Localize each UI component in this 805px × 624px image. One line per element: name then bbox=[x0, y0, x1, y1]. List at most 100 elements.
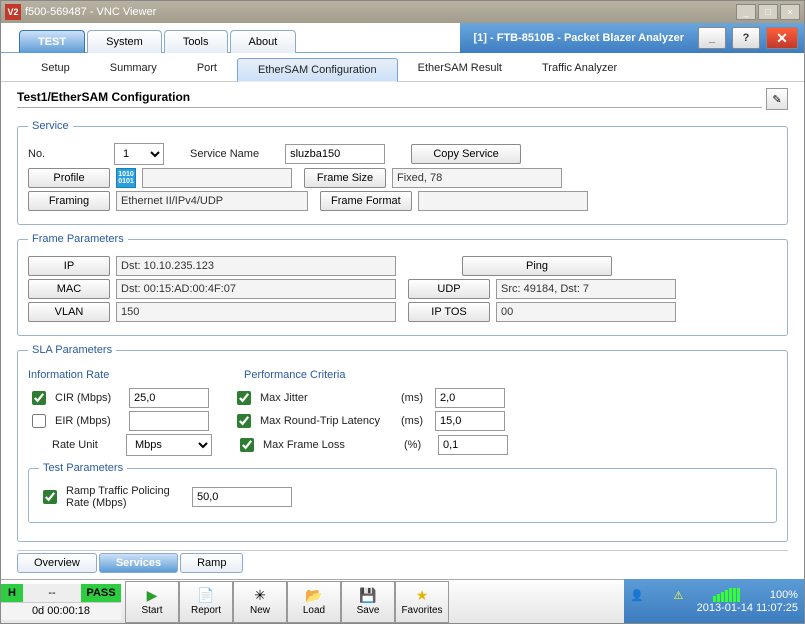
status-h: H bbox=[1, 584, 23, 602]
tab-test[interactable]: TEST bbox=[19, 30, 85, 53]
vnc-titlebar: V2 f500-569487 - VNC Viewer _ □ × bbox=[1, 1, 804, 23]
tab-system[interactable]: System bbox=[87, 30, 162, 53]
tab-tools[interactable]: Tools bbox=[164, 30, 228, 53]
vnc-close-button[interactable]: × bbox=[780, 4, 800, 20]
subtab-summary[interactable]: Summary bbox=[90, 57, 177, 81]
test-parameters-group: Test Parameters Ramp Traffic Policing Ra… bbox=[28, 462, 777, 523]
framing-value: Ethernet II/IPv4/UDP bbox=[116, 191, 308, 211]
cir-checkbox[interactable] bbox=[32, 391, 46, 405]
report-icon: 📄 bbox=[197, 587, 214, 604]
status-pass: PASS bbox=[81, 584, 121, 602]
profile-value bbox=[142, 168, 292, 188]
edit-icon-button[interactable]: ✎ bbox=[766, 88, 788, 110]
subtab-traffic-analyzer[interactable]: Traffic Analyzer bbox=[522, 57, 637, 81]
new-icon: ✳ bbox=[254, 587, 266, 604]
datetime: 2013-01-14 11:07:25 bbox=[630, 602, 798, 614]
copy-service-button[interactable]: Copy Service bbox=[411, 144, 521, 164]
bottom-tab-ramp[interactable]: Ramp bbox=[180, 553, 243, 573]
frame-params-legend: Frame Parameters bbox=[28, 233, 128, 245]
service-name-label: Service Name bbox=[190, 148, 259, 160]
ip-button[interactable]: IP bbox=[28, 256, 110, 276]
status-panel: H -- PASS 0d 00:00:18 bbox=[1, 584, 121, 620]
star-icon: ★ bbox=[416, 587, 429, 604]
app-close-button[interactable]: ✕ bbox=[766, 27, 798, 49]
load-button[interactable]: 📂Load bbox=[287, 581, 341, 623]
app-header: [1] - FTB-8510B - Packet Blazer Analyzer… bbox=[460, 23, 805, 53]
ip-value: Dst: 10.10.235.123 bbox=[116, 256, 396, 276]
folder-open-icon: 📂 bbox=[305, 587, 322, 604]
mac-value: Dst: 00:15:AD:00:4F:07 bbox=[116, 279, 396, 299]
service-name-input[interactable] bbox=[285, 144, 385, 164]
sla-legend: SLA Parameters bbox=[28, 344, 116, 356]
latency-checkbox[interactable] bbox=[237, 414, 251, 428]
jitter-label: Max Jitter bbox=[260, 392, 395, 404]
frameloss-input[interactable] bbox=[438, 435, 508, 455]
udp-value: Src: 49184, Dst: 7 bbox=[496, 279, 676, 299]
frameloss-label: Max Frame Loss bbox=[263, 439, 398, 451]
favorites-button[interactable]: ★Favorites bbox=[395, 581, 449, 623]
page-title: Test1/EtherSAM Configuration bbox=[17, 90, 762, 108]
sla-parameters-group: SLA Parameters Information Rate Performa… bbox=[17, 344, 788, 542]
jitter-input[interactable] bbox=[435, 388, 505, 408]
play-icon: ▶ bbox=[147, 587, 158, 604]
profile-button[interactable]: Profile bbox=[28, 168, 110, 188]
frame-parameters-group: Frame Parameters IP Dst: 10.10.235.123 P… bbox=[17, 233, 788, 336]
rate-unit-label: Rate Unit bbox=[52, 439, 120, 451]
subtab-ethersam-config[interactable]: EtherSAM Configuration bbox=[237, 58, 398, 82]
app-minimize-button[interactable]: _ bbox=[698, 27, 726, 49]
start-button[interactable]: ▶Start bbox=[125, 581, 179, 623]
save-button[interactable]: 💾Save bbox=[341, 581, 395, 623]
frame-format-button[interactable]: Frame Format bbox=[320, 191, 412, 211]
battery-pct: 100% bbox=[770, 589, 798, 601]
subtab-port[interactable]: Port bbox=[177, 57, 237, 81]
no-label: No. bbox=[28, 148, 108, 160]
eir-checkbox[interactable] bbox=[32, 414, 46, 428]
service-no-select[interactable]: 1 bbox=[114, 143, 164, 165]
new-button[interactable]: ✳New bbox=[233, 581, 287, 623]
status-elapsed: 0d 00:00:18 bbox=[1, 602, 121, 620]
binary-icon: 10100101 bbox=[116, 168, 136, 188]
ramp-input[interactable] bbox=[192, 487, 292, 507]
framing-button[interactable]: Framing bbox=[28, 191, 110, 211]
frame-size-button[interactable]: Frame Size bbox=[304, 168, 386, 188]
latency-label: Max Round-Trip Latency bbox=[260, 415, 395, 427]
rate-unit-select[interactable]: Mbps bbox=[126, 434, 212, 456]
jitter-checkbox[interactable] bbox=[237, 391, 251, 405]
cir-input[interactable] bbox=[129, 388, 209, 408]
bottom-tab-services[interactable]: Services bbox=[99, 553, 178, 573]
udp-button[interactable]: UDP bbox=[408, 279, 490, 299]
subtab-setup[interactable]: Setup bbox=[21, 57, 90, 81]
service-legend: Service bbox=[28, 120, 73, 132]
save-icon: 💾 bbox=[359, 587, 376, 604]
iptos-value: 00 bbox=[496, 302, 676, 322]
vlan-button[interactable]: VLAN bbox=[28, 302, 110, 322]
vnc-minimize-button[interactable]: _ bbox=[736, 4, 756, 20]
tab-about[interactable]: About bbox=[230, 30, 297, 53]
cir-label: CIR (Mbps) bbox=[55, 392, 123, 404]
bottom-tab-overview[interactable]: Overview bbox=[17, 553, 97, 573]
vnc-maximize-button[interactable]: □ bbox=[758, 4, 778, 20]
vnc-icon: V2 bbox=[5, 4, 21, 20]
vnc-title-text: f500-569487 - VNC Viewer bbox=[25, 6, 736, 18]
ping-button[interactable]: Ping bbox=[462, 256, 612, 276]
user-icon: 👤 bbox=[630, 589, 644, 602]
frameloss-checkbox[interactable] bbox=[240, 438, 254, 452]
ramp-checkbox[interactable] bbox=[43, 490, 57, 504]
jitter-unit: (ms) bbox=[401, 392, 429, 404]
app-help-button[interactable]: ? bbox=[732, 27, 760, 49]
frame-size-value: Fixed, 78 bbox=[392, 168, 562, 188]
info-rate-label: Information Rate bbox=[28, 369, 238, 381]
ramp-label: Ramp Traffic Policing Rate (Mbps) bbox=[66, 485, 186, 509]
eir-input[interactable] bbox=[129, 411, 209, 431]
alert-icon: ⚠ bbox=[673, 589, 683, 602]
vlan-value: 150 bbox=[116, 302, 396, 322]
iptos-button[interactable]: IP TOS bbox=[408, 302, 490, 322]
latency-unit: (ms) bbox=[401, 415, 429, 427]
test-params-legend: Test Parameters bbox=[39, 462, 127, 474]
mac-button[interactable]: MAC bbox=[28, 279, 110, 299]
report-button[interactable]: 📄Report bbox=[179, 581, 233, 623]
subtab-ethersam-result[interactable]: EtherSAM Result bbox=[398, 57, 522, 81]
latency-input[interactable] bbox=[435, 411, 505, 431]
service-group: Service No. 1 Service Name Copy Service … bbox=[17, 120, 788, 225]
frameloss-unit: (%) bbox=[404, 439, 432, 451]
